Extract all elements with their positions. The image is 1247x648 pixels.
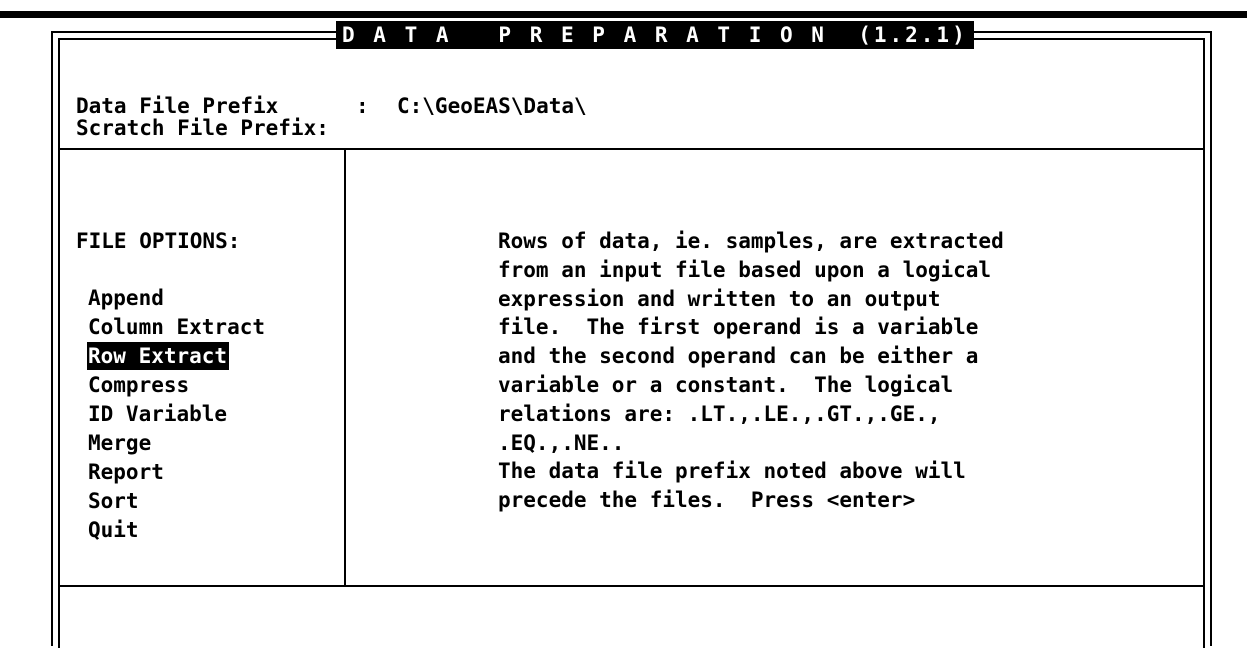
menu-item-compress[interactable]: Compress <box>88 371 189 399</box>
description-line: precede the files. Press <enter> <box>498 488 916 513</box>
description-line: relations are: .LT.,.LE.,.GT.,.GE., <box>498 401 941 426</box>
top-border-bar <box>0 11 1247 18</box>
description-line: The data file prefix noted above will <box>498 459 966 484</box>
description-line: file. The first operand is a variable <box>498 315 979 340</box>
menu-item-row-extract[interactable]: Row Extract <box>87 342 230 370</box>
description-text: Rows of data, ie. samples, are extracted… <box>498 227 1004 515</box>
description-line: from an input file based upon a logical <box>498 257 992 282</box>
description-line: .EQ.,.NE.. <box>498 430 625 455</box>
menu-item-merge[interactable]: Merge <box>88 429 151 457</box>
panel-divider <box>344 150 346 585</box>
window-title: D A T A P R E P A R A T I O N (1.2.1) <box>336 21 974 49</box>
menu-item-report[interactable]: Report <box>88 458 164 486</box>
menu-item-column-extract[interactable]: Column Extract <box>88 313 265 341</box>
menu-item-id-variable[interactable]: ID Variable <box>88 400 227 428</box>
header-divider <box>58 148 1205 150</box>
description-line: variable or a constant. The logical <box>498 372 954 397</box>
menu-item-sort[interactable]: Sort <box>88 487 139 515</box>
file-options-heading: FILE OPTIONS: <box>76 229 241 253</box>
data-file-prefix-value[interactable]: C:\GeoEAS\Data\ <box>397 92 587 121</box>
menu-item-append[interactable]: Append <box>88 284 164 312</box>
status-divider-outer <box>58 585 1205 587</box>
scratch-file-prefix-label: Scratch File Prefix: <box>76 116 329 140</box>
status-bar <box>60 589 1203 644</box>
description-line: expression and written to an output <box>498 286 941 311</box>
data-file-prefix-separator: : <box>356 94 369 118</box>
description-line: Rows of data, ie. samples, are extracted <box>498 229 1004 253</box>
menu-item-quit[interactable]: Quit <box>88 516 139 544</box>
description-line: and the second operand can be either a <box>498 344 979 369</box>
